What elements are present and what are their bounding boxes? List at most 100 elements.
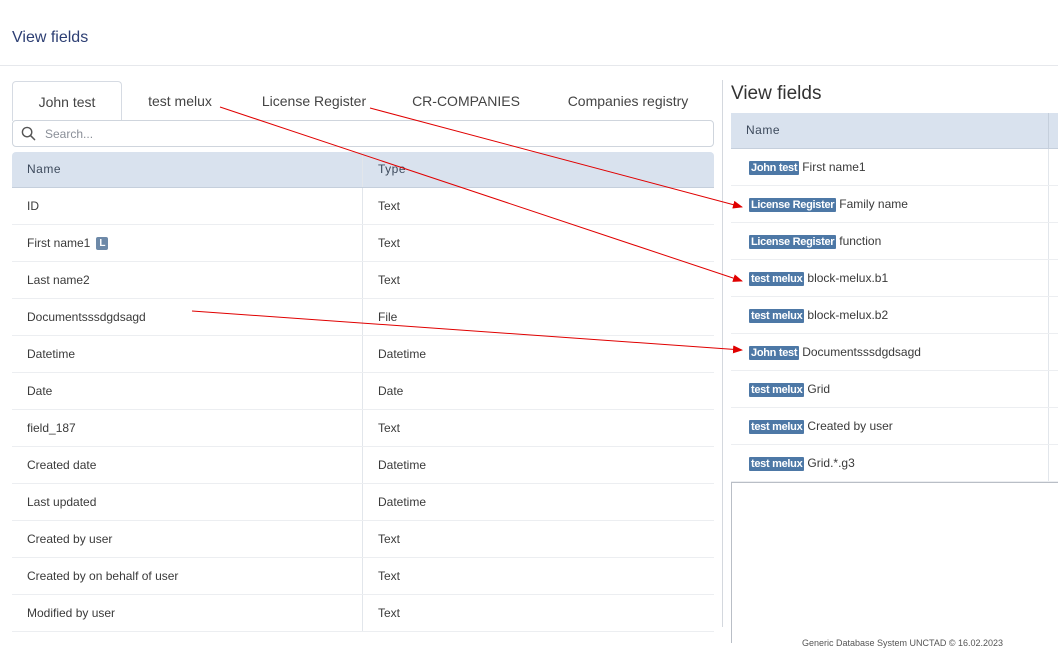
column-divider bbox=[362, 336, 363, 372]
view-field-name: function bbox=[839, 234, 882, 248]
view-field-cell: test melux block-melux.b1 bbox=[749, 271, 888, 286]
source-tag: test melux bbox=[749, 272, 805, 286]
field-name-text: ID bbox=[27, 199, 39, 213]
page-title: View fields bbox=[12, 29, 89, 46]
view-field-cell: John test Documentsssdgdsagd bbox=[749, 345, 921, 360]
table-row[interactable]: Date Date bbox=[12, 373, 714, 410]
view-field-name: Documentsssdgdsagd bbox=[802, 345, 921, 359]
field-name-text: Date bbox=[27, 384, 53, 398]
list-item[interactable]: License Register Family name bbox=[731, 186, 1058, 223]
field-name: Last updated bbox=[27, 495, 96, 509]
list-item[interactable]: test melux Grid.*.g3 bbox=[731, 445, 1058, 482]
field-name-text: Last name2 bbox=[27, 273, 90, 287]
tab-john-test[interactable]: John test bbox=[12, 81, 122, 121]
table-row[interactable]: Modified by user Text bbox=[12, 595, 714, 632]
column-divider bbox=[362, 410, 363, 446]
field-type: Text bbox=[378, 532, 401, 546]
column-header-type[interactable]: Type bbox=[378, 162, 406, 176]
source-tag: test melux bbox=[749, 383, 805, 397]
column-header-name[interactable]: Name bbox=[746, 123, 780, 137]
field-name-text: Created by user bbox=[27, 532, 113, 546]
column-divider bbox=[362, 447, 363, 483]
table-row[interactable]: Last name2 Text bbox=[12, 262, 714, 299]
column-divider bbox=[362, 521, 363, 557]
list-item[interactable]: John test First name1 bbox=[731, 149, 1058, 186]
tab-cr-companies[interactable]: CR-COMPANIES bbox=[402, 81, 530, 119]
column-header-name[interactable]: Name bbox=[27, 162, 61, 176]
view-field-cell: test melux block-melux.b2 bbox=[749, 308, 888, 323]
source-tag: License Register bbox=[749, 198, 837, 212]
list-item[interactable]: John test Documentsssdgdsagd bbox=[731, 334, 1058, 371]
column-divider bbox=[362, 188, 363, 224]
column-divider bbox=[362, 225, 363, 261]
field-name-text: Last updated bbox=[27, 495, 97, 509]
field-name: Last name2 bbox=[27, 273, 90, 287]
field-name: Created by user bbox=[27, 532, 112, 546]
list-item[interactable]: test melux block-melux.b1 bbox=[731, 260, 1058, 297]
column-divider bbox=[1048, 113, 1049, 148]
field-name: Created date bbox=[27, 458, 96, 472]
field-name: field_187 bbox=[27, 421, 76, 435]
column-divider bbox=[1048, 260, 1049, 296]
source-tag: License Register bbox=[749, 235, 837, 249]
field-name-text: Documentsssdgdsagd bbox=[27, 310, 146, 324]
table-row[interactable]: Created date Datetime bbox=[12, 447, 714, 484]
table-row[interactable]: Documentsssdgdsagd File bbox=[12, 299, 714, 336]
field-type: Date bbox=[378, 384, 404, 398]
fields-table-body: ID Text First name1 L Text Last name2 Text Docu… bbox=[12, 188, 714, 632]
tab-test-melux[interactable]: test melux bbox=[130, 81, 230, 119]
view-field-name: Grid bbox=[807, 382, 831, 396]
table-row[interactable]: field_187 Text bbox=[12, 410, 714, 447]
panel-divider bbox=[722, 80, 723, 627]
list-item[interactable]: test melux Grid bbox=[731, 371, 1058, 408]
field-name: First name1 L bbox=[27, 236, 109, 250]
list-item[interactable]: License Register function bbox=[731, 223, 1058, 260]
source-tag: test melux bbox=[749, 457, 805, 471]
view-field-cell: test melux Grid.*.g3 bbox=[749, 456, 855, 471]
view-field-cell: License Register function bbox=[749, 234, 881, 249]
tab-license-register[interactable]: License Register bbox=[250, 81, 378, 119]
column-divider bbox=[1048, 408, 1049, 444]
column-divider bbox=[1048, 186, 1049, 222]
view-fields-body: John test First name1 License Register Fami… bbox=[731, 149, 1058, 482]
field-type: Text bbox=[378, 569, 401, 583]
field-name-text: Created date bbox=[27, 458, 97, 472]
tab-bar: John test test melux License Register CR… bbox=[12, 81, 714, 121]
field-type: Text bbox=[378, 199, 401, 213]
table-row[interactable]: Last updated Datetime bbox=[12, 484, 714, 521]
field-type: Text bbox=[378, 421, 401, 435]
fields-table: Name Type ID Text First name1 L Text Last nam… bbox=[12, 152, 714, 632]
view-field-cell: test melux Created by user bbox=[749, 419, 893, 434]
field-name-text: Created by on behalf of user bbox=[27, 569, 179, 583]
column-divider bbox=[362, 595, 363, 631]
list-item[interactable]: test melux block-melux.b2 bbox=[731, 297, 1058, 334]
field-type: Text bbox=[378, 606, 401, 620]
source-tag: John test bbox=[749, 161, 800, 175]
table-row[interactable]: First name1 L Text bbox=[12, 225, 714, 262]
view-field-cell: test melux Grid bbox=[749, 382, 830, 397]
drop-area[interactable] bbox=[731, 482, 1058, 643]
column-divider bbox=[1048, 149, 1049, 185]
source-tag: test melux bbox=[749, 420, 805, 434]
table-row[interactable]: Created by on behalf of user Text bbox=[12, 558, 714, 595]
field-name-text: First name1 bbox=[27, 236, 91, 250]
column-divider bbox=[1048, 445, 1049, 481]
list-item[interactable]: test melux Created by user bbox=[731, 408, 1058, 445]
fields-table-header: Name Type bbox=[12, 152, 714, 188]
field-type: Datetime bbox=[378, 495, 427, 509]
column-divider bbox=[362, 558, 363, 594]
view-field-name: Grid.*.g3 bbox=[807, 456, 855, 470]
search-icon bbox=[21, 126, 36, 141]
view-field-name: block-melux.b2 bbox=[807, 308, 889, 322]
field-type: Datetime bbox=[378, 347, 427, 361]
search-input[interactable] bbox=[43, 123, 707, 145]
view-field-cell: License Register Family name bbox=[749, 197, 908, 212]
tab-companies-registry[interactable]: Companies registry bbox=[558, 81, 698, 119]
view-fields-title: View fields bbox=[731, 83, 822, 104]
field-name: Modified by user bbox=[27, 606, 115, 620]
table-row[interactable]: Created by user Text bbox=[12, 521, 714, 558]
table-row[interactable]: Datetime Datetime bbox=[12, 336, 714, 373]
table-row[interactable]: ID Text bbox=[12, 188, 714, 225]
field-name: Documentsssdgdsagd bbox=[27, 310, 146, 324]
view-field-cell: John test First name1 bbox=[749, 160, 866, 175]
